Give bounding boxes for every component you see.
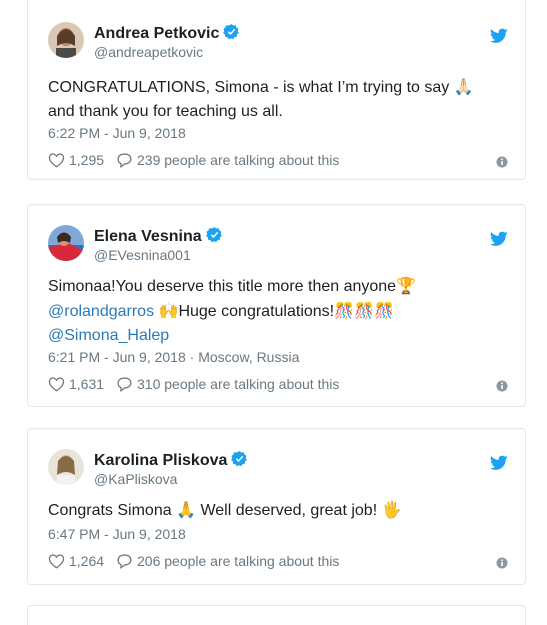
tweet-text: Simonaa!You deserve this title more then…: [48, 274, 508, 348]
author-name-text[interactable]: Elena Vesnina: [94, 228, 202, 245]
tweet-meta: 6:21 PM - Jun 9, 2018 · Moscow, Russia: [48, 349, 299, 365]
raised-hand-emoji: 🖐: [381, 500, 402, 519]
trophy-emoji: 🏆: [396, 276, 416, 295]
like-button[interactable]: 1,295: [48, 152, 104, 168]
author-name[interactable]: Karolina Pliskova: [94, 450, 248, 470]
tweet-timestamp[interactable]: 6:22 PM - Jun 9, 2018: [48, 125, 186, 141]
heart-icon: [48, 377, 65, 392]
talking-count: 310 people are talking about this: [137, 376, 340, 392]
twitter-bird-icon[interactable]: [490, 231, 508, 247]
heart-icon: [48, 153, 65, 168]
author-name[interactable]: Elena Vesnina: [94, 226, 223, 246]
speech-bubble-icon: [117, 153, 132, 168]
author-name-text[interactable]: Andrea Petkovic: [94, 25, 219, 42]
like-count: 1,631: [69, 376, 105, 392]
verified-badge-icon: [223, 24, 240, 40]
twitter-bird-icon[interactable]: [490, 28, 508, 44]
info-icon[interactable]: [496, 156, 508, 168]
tweet-text-line: and thank you for teaching us all.: [48, 103, 283, 120]
info-icon[interactable]: [496, 557, 508, 569]
reply-button[interactable]: 206 people are talking about this: [116, 553, 339, 569]
reply-button[interactable]: 239 people are talking about this: [116, 152, 339, 168]
tweet-text-segment: Simonaa!You deserve this title more then…: [48, 278, 397, 295]
pray-emoji: 🙏🏻: [453, 77, 474, 96]
tweet-timestamp[interactable]: 6:21 PM - Jun 9, 2018: [48, 349, 186, 365]
mention-link[interactable]: @Simona_Halep: [48, 327, 169, 344]
tweet-text-segment: Congrats Simona: [48, 502, 172, 519]
like-button[interactable]: 1,631: [48, 376, 104, 392]
tweet-card: Karolina Pliskova @KaPliskova Congrats S…: [27, 428, 526, 585]
tweet-timestamp[interactable]: 6:47 PM - Jun 9, 2018: [48, 526, 186, 542]
separator: ·: [189, 349, 199, 365]
like-count: 1,295: [69, 152, 105, 168]
author-handle[interactable]: @EVesnina001: [94, 247, 191, 263]
heart-icon: [48, 554, 65, 569]
avatar[interactable]: [48, 225, 84, 261]
tweet-actions: 1,631 310 people are talking about this: [48, 376, 508, 396]
avatar[interactable]: [48, 22, 84, 58]
like-count: 1,264: [69, 553, 105, 569]
like-button[interactable]: 1,264: [48, 553, 104, 569]
tweet-text-segment: Well deserved, great job!: [200, 502, 378, 519]
tweet-card: Andrea Petkovic @andreapetkovic CONGRATU…: [27, 0, 526, 180]
author-handle[interactable]: @andreapetkovic: [94, 44, 203, 60]
tweet-text: CONGRATULATIONS, Simona - is what I’m tr…: [48, 75, 508, 124]
info-icon[interactable]: [496, 380, 508, 392]
twitter-bird-icon[interactable]: [490, 455, 508, 471]
speech-bubble-icon: [117, 554, 132, 569]
tweet-header: Elena Vesnina @EVesnina001: [48, 225, 508, 273]
tweet-actions: 1,264 206 people are talking about this: [48, 553, 508, 573]
author-handle[interactable]: @KaPliskova: [94, 471, 177, 487]
raised-hands-emoji: 🙌: [158, 301, 179, 320]
tweet-header: Karolina Pliskova @KaPliskova: [48, 449, 508, 497]
tweet-card-partial: [27, 605, 526, 625]
tweet-text-segment: Huge congratulations!: [178, 303, 335, 320]
talking-count: 206 people are talking about this: [137, 553, 340, 569]
tweet-location[interactable]: Moscow, Russia: [198, 349, 299, 365]
tweet-header: Andrea Petkovic @andreapetkovic: [48, 22, 508, 70]
verified-badge-icon: [205, 227, 222, 243]
author-name-text[interactable]: Karolina Pliskova: [94, 452, 227, 469]
verified-badge-icon: [231, 451, 248, 467]
pray-emoji: 🙏: [176, 500, 196, 519]
confetti-emoji: 🎊🎊🎊: [334, 301, 394, 320]
tweet-card: Elena Vesnina @EVesnina001 Simonaa!You d…: [27, 204, 526, 407]
tweet-actions: 1,295 239 people are talking about this: [48, 152, 508, 172]
tweet-text: Congrats Simona 🙏 Well deserved, great j…: [48, 498, 508, 523]
tweet-text-line: CONGRATULATIONS, Simona - is what I’m tr…: [48, 79, 450, 96]
avatar[interactable]: [48, 449, 84, 485]
mention-link[interactable]: @rolandgarros: [48, 303, 154, 320]
talking-count: 239 people are talking about this: [137, 152, 340, 168]
author-name[interactable]: Andrea Petkovic: [94, 23, 240, 43]
reply-button[interactable]: 310 people are talking about this: [116, 376, 339, 392]
speech-bubble-icon: [117, 377, 132, 392]
